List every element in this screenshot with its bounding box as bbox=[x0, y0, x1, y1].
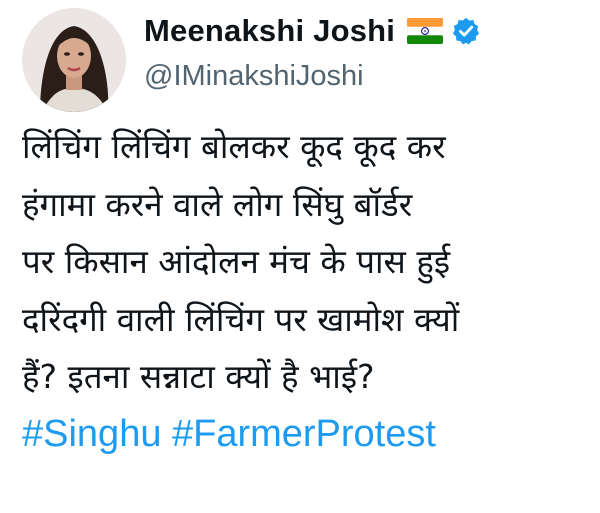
user-handle[interactable]: @IMinakshiJoshi bbox=[144, 60, 481, 93]
tweet-header: Meenakshi Joshi @IMinakshiJoshi bbox=[144, 10, 481, 93]
tweet-text-line: हैं? इतना सन्नाटा क्यों है भाई? bbox=[22, 357, 375, 396]
verified-badge-icon bbox=[451, 16, 481, 46]
hashtag-singhu[interactable]: #Singhu bbox=[22, 413, 161, 455]
display-name[interactable]: Meenakshi Joshi bbox=[144, 13, 395, 49]
tweet-text-line: पर किसान आंदोलन मंच के पास हुई bbox=[22, 242, 451, 281]
hashtag-row: #Singhu #FarmerProtest bbox=[22, 406, 600, 464]
name-row: Meenakshi Joshi bbox=[144, 10, 481, 52]
tweet-text: लिंचिंग लिंचिंग बोलकर कूद कूद कर हंगामा … bbox=[22, 118, 600, 463]
hashtag-farmerprotest[interactable]: #FarmerProtest bbox=[172, 413, 436, 455]
tweet-card: Meenakshi Joshi @IMinakshiJoshi लिंचिंग bbox=[0, 0, 600, 513]
tweet-text-line: हंगामा करने वाले लोग सिंघु बॉर्डर bbox=[22, 184, 413, 224]
india-flag-icon bbox=[406, 17, 444, 45]
avatar[interactable] bbox=[22, 8, 126, 112]
tweet-text-line: लिंचिंग लिंचिंग बोलकर कूद कूद कर bbox=[22, 127, 446, 166]
tweet-text-line: दरिंदगी वाली लिंचिंग पर खामोश क्यों bbox=[22, 299, 460, 339]
avatar-photo bbox=[22, 8, 126, 112]
